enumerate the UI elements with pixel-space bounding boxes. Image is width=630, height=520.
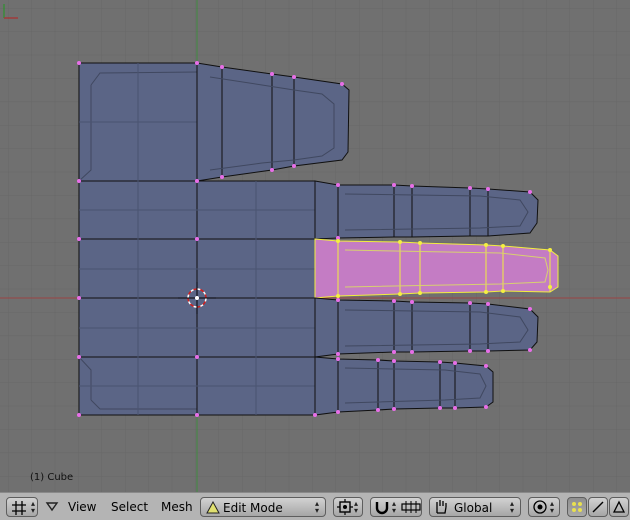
menu-collapse-button[interactable] (44, 497, 60, 517)
orientation-label: Global (454, 501, 493, 515)
snap-icon[interactable] (401, 499, 421, 515)
menu-view[interactable]: View (64, 497, 100, 517)
menu-select[interactable]: Select (107, 497, 152, 517)
hand-icon (436, 500, 447, 514)
edge-select-button[interactable] (588, 497, 608, 517)
face-select-button[interactable] (609, 497, 629, 517)
menu-mesh[interactable]: Mesh (157, 497, 197, 517)
middle-finger-mesh-selected[interactable] (314, 238, 559, 299)
editor-type-button[interactable]: ▴ ▾ (6, 497, 38, 517)
edge-select-icon (592, 501, 604, 513)
orientation-select[interactable]: Global ▴ ▾ (429, 497, 521, 517)
edit-mode-icon (206, 501, 220, 514)
proportional-icon (533, 500, 547, 514)
snap-group[interactable]: ▴ ▾ (370, 497, 422, 517)
proportional-edit-select[interactable]: ▴ ▾ (528, 497, 560, 517)
mode-select-label: Edit Mode (223, 501, 283, 515)
grid-icon (12, 501, 26, 515)
axis-orientation-icon (3, 4, 18, 19)
vertex-select-button[interactable] (567, 497, 587, 517)
ring-finger-mesh[interactable] (314, 297, 539, 358)
viewport-canvas[interactable] (0, 0, 630, 492)
triangle-down-icon (45, 502, 59, 512)
face-select-icon (612, 500, 626, 513)
magnet-icon[interactable] (374, 499, 390, 515)
vertex-select-icon (572, 502, 582, 512)
pinky-finger-mesh[interactable] (314, 356, 494, 416)
object-label: (1) Cube (30, 472, 74, 483)
pivot-select[interactable]: ▴ ▾ (333, 497, 363, 517)
mode-select[interactable]: Edit Mode ▴ ▾ (200, 497, 326, 517)
3d-viewport[interactable]: (1) Cube (0, 0, 630, 492)
pivot-icon (337, 499, 353, 515)
index-finger-mesh[interactable] (314, 180, 539, 240)
header-toolbar: ▴ ▾ View Select Mesh Edit Mode ▴ ▾ ▴ ▾ ▴ ▾ (0, 492, 630, 520)
